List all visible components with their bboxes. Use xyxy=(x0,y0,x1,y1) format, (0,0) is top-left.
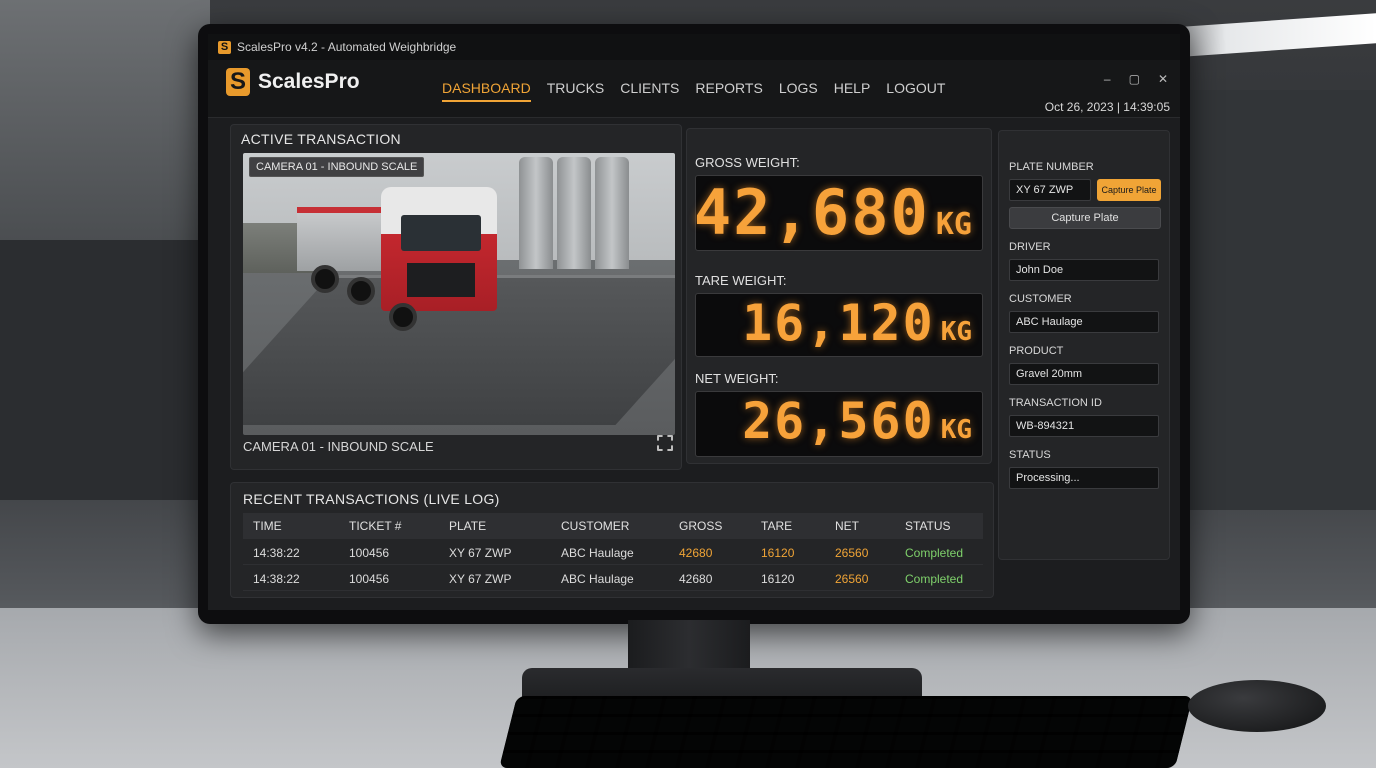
truck-wheel xyxy=(347,277,375,305)
nav-trucks[interactable]: TRUCKS xyxy=(547,80,605,102)
office-shelf xyxy=(0,240,200,500)
scalespro-logo-icon: S xyxy=(226,68,250,96)
cell-tare: 16120 xyxy=(761,572,795,586)
maximize-icon[interactable]: ▢ xyxy=(1129,72,1140,86)
cell-gross: 42680 xyxy=(679,572,713,586)
title-bar: S ScalesPro v4.2 - Automated Weighbridge xyxy=(208,34,1180,60)
cell-ticket: 100456 xyxy=(349,546,390,560)
cell-status: Completed xyxy=(905,546,964,560)
transaction-id-label: TRANSACTION ID xyxy=(1009,397,1102,409)
cell-ticket: 100456 xyxy=(349,572,390,586)
mouse[interactable] xyxy=(1188,680,1326,732)
truck-wheel xyxy=(311,265,339,293)
capture-plate-button[interactable]: Capture Plate xyxy=(1009,207,1161,229)
cell-plate: XY 67 ZWP xyxy=(449,546,512,560)
camera-caption: CAMERA 01 - INBOUND SCALE xyxy=(243,439,434,454)
close-icon[interactable]: ✕ xyxy=(1158,72,1168,86)
net-weight-label: NET WEIGHT: xyxy=(695,371,779,386)
product-label: PRODUCT xyxy=(1009,345,1064,357)
nav-dashboard[interactable]: DASHBOARD xyxy=(442,80,531,102)
keyboard[interactable] xyxy=(499,696,1193,768)
cell-status: Completed xyxy=(905,572,964,586)
truck-grille xyxy=(407,263,475,297)
truck-wheel xyxy=(389,303,417,331)
tare-weight-unit: KG xyxy=(940,317,972,347)
brand-name: ScalesPro xyxy=(258,70,360,93)
cell-plate: XY 67 ZWP xyxy=(449,572,512,586)
cell-gross: 42680 xyxy=(679,546,713,560)
col-time[interactable]: TIME xyxy=(253,519,282,533)
window-title: ScalesPro v4.2 - Automated Weighbridge xyxy=(237,40,457,54)
driver-label: DRIVER xyxy=(1009,241,1051,253)
nav-logs[interactable]: LOGS xyxy=(779,80,818,102)
camera-trailer xyxy=(297,207,383,271)
tare-weight-display: 16,120 KG xyxy=(695,293,983,357)
camera-silo xyxy=(519,157,553,269)
table-row[interactable]: 14:38:22 100456 XY 67 ZWP ABC Haulage 42… xyxy=(243,541,983,565)
gross-weight-display: 42,680 KG xyxy=(693,175,983,251)
customer-label: CUSTOMER xyxy=(1009,293,1072,305)
tare-weight-label: TARE WEIGHT: xyxy=(695,273,787,288)
gross-weight-label: GROSS WEIGHT: xyxy=(695,155,800,170)
transaction-form-panel: PLATE NUMBER XY 67 ZWP Capture Plate Cap… xyxy=(998,130,1170,560)
net-weight-unit: KG xyxy=(940,415,972,445)
col-plate[interactable]: PLATE xyxy=(449,519,486,533)
gross-weight-unit: KG xyxy=(935,207,972,242)
customer-input[interactable]: ABC Haulage xyxy=(1009,311,1159,333)
net-weight-value: 26,560 xyxy=(742,392,935,450)
product-input[interactable]: Gravel 20mm xyxy=(1009,363,1159,385)
camera-silo xyxy=(557,157,591,269)
status-label: STATUS xyxy=(1009,449,1051,461)
plate-number-input[interactable]: XY 67 ZWP xyxy=(1009,179,1091,201)
cell-tare: 16120 xyxy=(761,546,795,560)
main-nav: DASHBOARD TRUCKS CLIENTS REPORTS LOGS HE… xyxy=(442,80,945,102)
col-net[interactable]: NET xyxy=(835,519,859,533)
col-status[interactable]: STATUS xyxy=(905,519,951,533)
office-window xyxy=(0,0,210,240)
tare-weight-value: 16,120 xyxy=(742,294,935,352)
plate-number-label: PLATE NUMBER xyxy=(1009,161,1094,173)
col-ticket[interactable]: TICKET # xyxy=(349,519,401,533)
active-transaction-panel: ACTIVE TRANSACTION CAMERA 01 - INBOUND S… xyxy=(230,124,682,470)
camera-badge: CAMERA 01 - INBOUND SCALE xyxy=(249,157,425,177)
cell-net: 26560 xyxy=(835,572,869,586)
cell-net: 26560 xyxy=(835,546,869,560)
transaction-id-input[interactable]: WB-894321 xyxy=(1009,415,1159,437)
menu-bar: S ScalesPro DASHBOARD TRUCKS CLIENTS REP… xyxy=(208,60,1180,118)
app-screen: S ScalesPro v4.2 - Automated Weighbridge… xyxy=(208,34,1180,610)
minimize-icon[interactable]: – xyxy=(1104,72,1111,86)
window-controls: – ▢ ✕ xyxy=(1104,72,1168,86)
app-logo-icon: S xyxy=(218,40,231,54)
nav-help[interactable]: HELP xyxy=(834,80,871,102)
truck-windshield xyxy=(401,215,481,251)
brand-logo[interactable]: S ScalesPro xyxy=(226,68,360,96)
table-row[interactable]: 14:38:22 100456 XY 67 ZWP ABC Haulage 42… xyxy=(243,567,983,591)
net-weight-display: 26,560 KG xyxy=(695,391,983,457)
camera-feed[interactable]: CAMERA 01 - INBOUND SCALE xyxy=(243,153,675,435)
gross-weight-value: 42,680 xyxy=(693,176,930,249)
camera-silo xyxy=(595,157,629,269)
nav-logout[interactable]: LOGOUT xyxy=(886,80,945,102)
nav-clients[interactable]: CLIENTS xyxy=(620,80,679,102)
expand-icon[interactable] xyxy=(657,435,673,451)
weights-panel: GROSS WEIGHT: 42,680 KG TARE WEIGHT: 16,… xyxy=(686,128,992,464)
office-partition xyxy=(1186,90,1376,510)
driver-input[interactable]: John Doe xyxy=(1009,259,1159,281)
col-gross[interactable]: GROSS xyxy=(679,519,722,533)
cell-time: 14:38:22 xyxy=(253,546,300,560)
camera-truck-cab xyxy=(381,187,497,311)
cell-customer: ABC Haulage xyxy=(561,546,634,560)
col-customer[interactable]: CUSTOMER xyxy=(561,519,629,533)
recent-transactions-title: RECENT TRANSACTIONS (LIVE LOG) xyxy=(243,491,500,507)
cell-time: 14:38:22 xyxy=(253,572,300,586)
table-header: TIME TICKET # PLATE CUSTOMER GROSS TARE … xyxy=(243,513,983,539)
cell-customer: ABC Haulage xyxy=(561,572,634,586)
active-transaction-title: ACTIVE TRANSACTION xyxy=(241,131,401,147)
capture-plate-small-button[interactable]: Capture Plate xyxy=(1097,179,1161,201)
datetime-display: Oct 26, 2023 | 14:39:05 xyxy=(1044,100,1170,114)
status-field: Processing... xyxy=(1009,467,1159,489)
col-tare[interactable]: TARE xyxy=(761,519,792,533)
nav-reports[interactable]: REPORTS xyxy=(695,80,762,102)
recent-transactions-panel: RECENT TRANSACTIONS (LIVE LOG) TIME TICK… xyxy=(230,482,994,598)
